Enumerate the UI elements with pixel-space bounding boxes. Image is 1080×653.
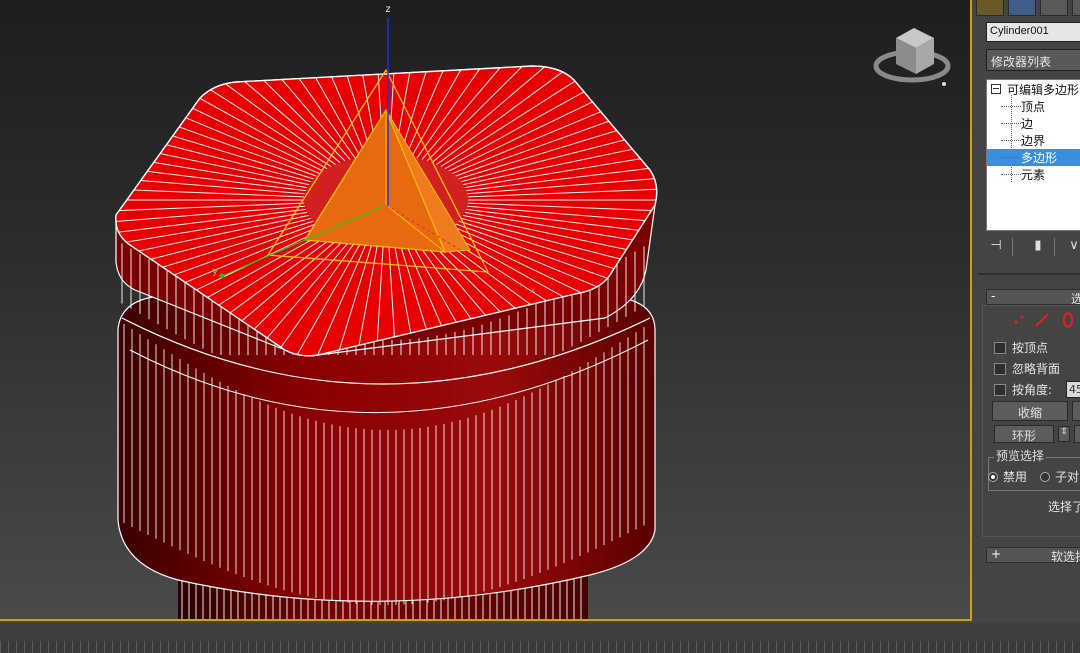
soft-selection-rollout-header[interactable]: + 软选择 bbox=[986, 547, 1080, 564]
preview-disable-option[interactable]: 禁用 bbox=[988, 468, 1027, 485]
x-axis-label: x bbox=[530, 285, 537, 296]
selection-mode-icons[interactable] bbox=[1006, 310, 1080, 330]
vertex-mode-icon bbox=[1014, 315, 1024, 324]
stack-item-label: 多边形 bbox=[1021, 151, 1058, 165]
rollout-title: 软选择 bbox=[1051, 550, 1080, 564]
by-angle-option[interactable]: 按角度: bbox=[994, 381, 1052, 399]
preview-subobject-radio[interactable] bbox=[1040, 472, 1050, 482]
command-panel: Cylinder001 修改器列表 可编辑多边形 顶点 边 边界 多边形 元素 … bbox=[974, 0, 1080, 621]
shrink-button[interactable]: 收缩 bbox=[992, 401, 1068, 421]
rollout-title: 选择 bbox=[1071, 292, 1080, 306]
show-end-result-icon[interactable]: ▮ bbox=[1028, 238, 1048, 256]
panel-divider bbox=[978, 273, 1080, 275]
preview-disable-radio[interactable] bbox=[988, 472, 998, 482]
create-tab-icon[interactable] bbox=[976, 0, 1004, 16]
preview-disable-label: 禁用 bbox=[1003, 470, 1028, 484]
stack-item-label: 顶点 bbox=[1021, 100, 1046, 114]
object-name-field[interactable]: Cylinder001 bbox=[986, 22, 1080, 42]
by-vertex-option[interactable]: 按顶点 bbox=[994, 339, 1048, 357]
motion-tab-icon[interactable] bbox=[1072, 0, 1080, 16]
hierarchy-tab-icon[interactable] bbox=[1040, 0, 1068, 16]
viewcube-icon[interactable] bbox=[873, 28, 951, 86]
perspective-viewport[interactable]: z y x bbox=[0, 0, 972, 621]
stack-item-label: 可编辑多边形 bbox=[1007, 83, 1080, 97]
selection-rollout-header[interactable]: - 选择 bbox=[986, 289, 1080, 306]
preview-subobject-option[interactable]: 子对 bbox=[1040, 468, 1079, 485]
ignore-backfacing-checkbox[interactable] bbox=[994, 363, 1006, 375]
by-vertex-checkbox[interactable] bbox=[994, 342, 1006, 354]
make-unique-icon[interactable]: ∨ bbox=[1064, 238, 1080, 256]
stack-item-element[interactable]: 元素 bbox=[987, 166, 1080, 183]
grow-button[interactable] bbox=[1072, 401, 1080, 421]
ignore-backfacing-option[interactable]: 忽略背面 bbox=[994, 360, 1060, 378]
ignore-backfacing-label: 忽略背面 bbox=[1012, 362, 1061, 376]
ring-button[interactable]: 环形 bbox=[994, 425, 1054, 443]
preview-selection-title: 预览选择 bbox=[994, 447, 1047, 464]
angle-input[interactable]: 45 bbox=[1066, 381, 1080, 398]
preview-subobject-label: 子对 bbox=[1055, 470, 1080, 484]
edge-mode-icon bbox=[1035, 313, 1049, 327]
ring-spinner[interactable]: ⇕ bbox=[1058, 426, 1070, 442]
border-mode-icon bbox=[1063, 312, 1073, 328]
selection-info-text: 选择了 bbox=[1048, 500, 1080, 514]
by-vertex-label: 按顶点 bbox=[1012, 341, 1049, 355]
stack-item-vertex[interactable]: 顶点 bbox=[987, 98, 1080, 115]
modify-tab-icon[interactable] bbox=[1008, 0, 1036, 16]
stack-item-label: 边界 bbox=[1021, 134, 1046, 148]
collapse-icon[interactable] bbox=[991, 84, 1001, 94]
stack-item-label: 边 bbox=[1021, 117, 1034, 131]
by-angle-label: 按角度: bbox=[1012, 383, 1053, 397]
timeline-track[interactable] bbox=[0, 641, 1080, 653]
model-wireframe[interactable] bbox=[0, 0, 972, 621]
modifier-stack[interactable]: 可编辑多边形 顶点 边 边界 多边形 元素 bbox=[986, 79, 1080, 231]
loop-button[interactable] bbox=[1074, 425, 1080, 443]
rollout-collapse-icon: - bbox=[991, 289, 996, 303]
rollout-expand-icon: + bbox=[991, 547, 1002, 561]
y-axis-label: y bbox=[212, 266, 219, 277]
modifier-list-dropdown[interactable]: 修改器列表 bbox=[986, 49, 1080, 71]
stack-item-border[interactable]: 边界 bbox=[987, 132, 1080, 149]
stack-item-editable-poly[interactable]: 可编辑多边形 bbox=[987, 81, 1080, 98]
stack-item-label: 元素 bbox=[1021, 168, 1046, 182]
pin-stack-icon[interactable]: ⊣ bbox=[986, 238, 1006, 256]
stack-item-polygon[interactable]: 多边形 bbox=[987, 149, 1080, 166]
stack-item-edge[interactable]: 边 bbox=[987, 115, 1080, 132]
z-axis-label: z bbox=[385, 4, 392, 15]
by-angle-checkbox[interactable] bbox=[994, 384, 1006, 396]
